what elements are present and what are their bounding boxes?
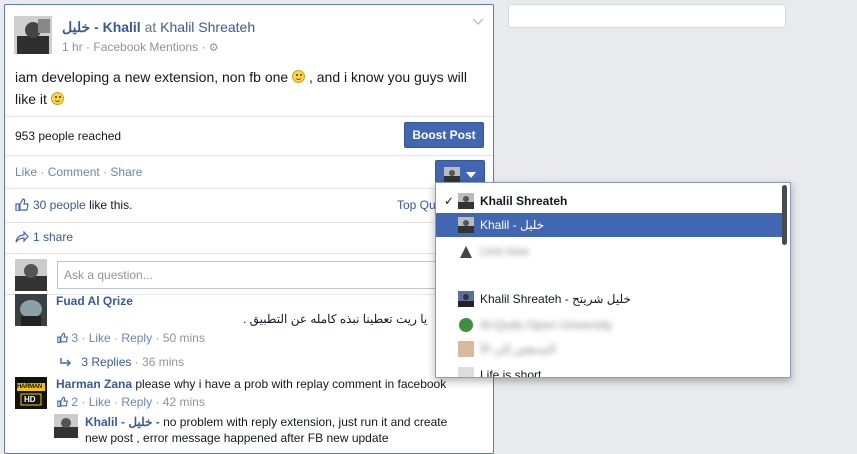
comment-meta: 3 · Like · Reply · 50 mins [57, 331, 205, 345]
badge-top-text: HARMAN [17, 384, 42, 390]
reply-text-line1: no problem with reply extension, just ru… [163, 415, 448, 429]
boost-post-button[interactable]: Boost Post [404, 122, 484, 148]
at-word: at [144, 19, 157, 35]
thumbs-up-icon [15, 198, 29, 211]
reply-text-line2: new post , error message happened after … [85, 431, 389, 445]
comment-author: Fuad Al Qrize [56, 294, 133, 308]
comment-text: يا ريت تعطينا نبذه كامله عن التطبيق . [243, 312, 428, 326]
reply-author-name[interactable]: Khalil - خليل - [85, 415, 163, 429]
comment-like-count[interactable]: 2 [71, 395, 78, 409]
divider [5, 253, 493, 254]
reach-count[interactable]: 953 people reached [15, 129, 121, 143]
profile-avatar [458, 193, 474, 209]
smile-emoji-icon [50, 92, 64, 105]
thumbs-up-icon [57, 396, 68, 408]
smile-emoji-icon [292, 70, 306, 83]
like-action[interactable]: Like [15, 165, 37, 179]
divider [5, 155, 493, 156]
page-avatar [458, 341, 474, 357]
dropdown-item[interactable]: المدهش إلي الأ [436, 337, 782, 361]
comment-like-link[interactable]: Like [89, 331, 111, 345]
dropdown-item[interactable]: Khalil Shreateh - خليل شريتح [436, 287, 782, 311]
divider [5, 116, 493, 117]
comment-author-name[interactable]: Fuad Al Qrize [56, 294, 133, 308]
comment-like-count[interactable]: 3 [71, 331, 78, 345]
likes-count-link[interactable]: 30 people [33, 198, 86, 212]
badge-bottom-text: HD [24, 395, 36, 404]
post-card: خليل - Khalil at Khalil Shreateh 1 hr · … [4, 4, 494, 454]
page-avatar [458, 317, 474, 333]
voice-avatar [444, 167, 460, 183]
post-header: خليل - Khalil at Khalil Shreateh [62, 19, 255, 36]
post-time[interactable]: 1 hr [62, 40, 83, 54]
post-text: iam developing a new extension, non fb o… [15, 69, 467, 107]
author-avatar[interactable] [14, 16, 52, 54]
dropdown-item-selected[interactable]: Khalil - خليل [436, 213, 782, 237]
comment-like-link[interactable]: Like [89, 395, 111, 409]
commenter-avatar[interactable] [15, 294, 47, 326]
audience-icon[interactable]: ⚙ [209, 42, 219, 54]
author-name[interactable]: Khalil [103, 19, 141, 35]
comment-meta: 2 · Like · Reply · 42 mins [57, 395, 205, 409]
dropdown-item[interactable]: Life is short [436, 363, 782, 377]
caret-down-icon [466, 172, 476, 178]
view-replies-link[interactable]: 3 Replies · 36 mins [60, 355, 184, 369]
shares-row: 1 share [15, 230, 73, 244]
comment-text: please why i have a prob with replay com… [135, 377, 447, 391]
dropdown-item-empty [436, 263, 782, 287]
comment-time[interactable]: 50 mins [163, 331, 205, 345]
commenter-avatar[interactable]: HARMAN HD [15, 377, 47, 409]
page-link[interactable]: Khalil Shreateh [160, 19, 255, 35]
check-icon: ✓ [444, 194, 455, 208]
viewer-avatar [15, 259, 47, 291]
voice-dropdown: ✓ Khalil Shreateh Khalil - خليل Lina Iss… [435, 182, 791, 378]
replier-avatar[interactable] [54, 414, 78, 438]
comment-body: Harman Zana please why i have a prob wit… [56, 377, 446, 391]
page-avatar [458, 367, 474, 377]
post-source[interactable]: Facebook Mentions [93, 40, 198, 54]
comment-author-name[interactable]: Harman Zana [56, 377, 132, 391]
share-action[interactable]: Share [110, 165, 142, 179]
profile-avatar [458, 291, 474, 307]
post-actions: Like · Comment · Share [15, 165, 143, 179]
top-comments-link[interactable]: Top Qu [397, 198, 436, 212]
dropdown-scrollbar[interactable] [782, 185, 787, 375]
dropdown-item[interactable]: Al-Quds Open University [436, 313, 782, 337]
thumbs-up-icon [57, 332, 68, 344]
profile-avatar [458, 217, 474, 233]
author-prefix[interactable]: خليل - [62, 19, 103, 35]
likes-row: 30 people like this. [15, 198, 132, 212]
divider [5, 188, 493, 189]
reply-body: Khalil - خليل - no problem with reply ex… [85, 415, 447, 429]
profile-avatar [458, 243, 474, 259]
shares-link[interactable]: 1 share [33, 230, 73, 244]
chevron-down-icon[interactable] [471, 15, 485, 29]
scrollbar-thumb[interactable] [782, 185, 787, 245]
dropdown-item[interactable]: Lina Issa [436, 239, 782, 263]
comment-action[interactable]: Comment [48, 165, 100, 179]
dropdown-item[interactable]: ✓ Khalil Shreateh [436, 189, 782, 213]
ask-question-input[interactable] [57, 261, 487, 289]
comment-reply-link[interactable]: Reply [121, 331, 152, 345]
reply-arrow-icon [60, 358, 71, 367]
share-icon [15, 231, 29, 243]
post-meta: 1 hr · Facebook Mentions · ⚙ [62, 40, 219, 54]
right-column-card [508, 4, 786, 28]
divider [5, 222, 493, 223]
comment-time[interactable]: 42 mins [163, 395, 205, 409]
comment-reply-link[interactable]: Reply [121, 395, 152, 409]
